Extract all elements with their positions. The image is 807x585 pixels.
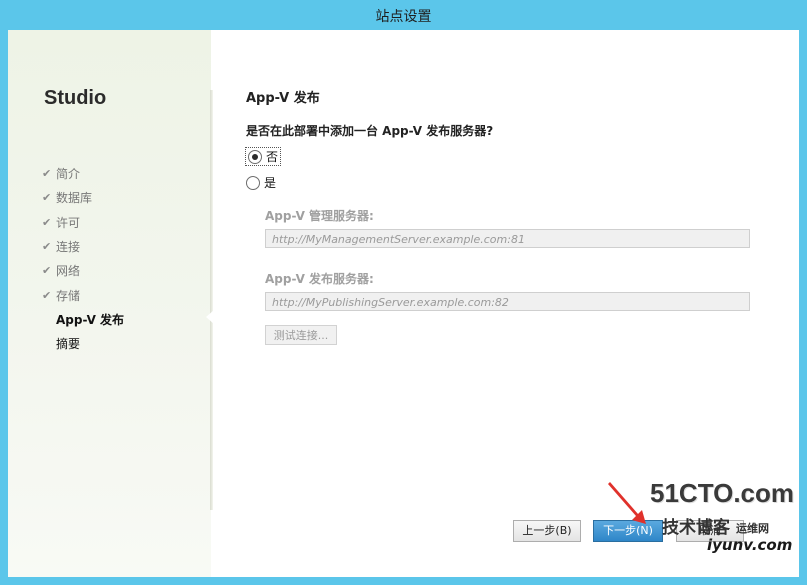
radio-selected-icon xyxy=(248,149,262,164)
step-item-storage: ✔ 存储 xyxy=(42,283,124,307)
focus-indicator: 否 xyxy=(245,147,282,166)
watermark-text-yunwei: 运维网 xyxy=(736,522,769,535)
check-icon: ✔ xyxy=(42,264,52,278)
check-icon: ✔ xyxy=(42,240,52,254)
sidebar-divider xyxy=(210,90,213,510)
active-step-pointer-icon xyxy=(206,310,214,324)
step-label: 许可 xyxy=(56,215,81,230)
step-list: ✔ 简介 ✔ 数据库 ✔ 许可 ✔ 连接 ✔ 网络 ✔ 存储 App-V 发布 摘要 xyxy=(42,162,124,356)
step-item-summary: 摘要 xyxy=(42,332,124,356)
management-server-label: App-V 管理服务器: xyxy=(265,209,374,223)
step-label: 数据库 xyxy=(56,191,93,206)
page-title: App-V 发布 xyxy=(246,91,320,106)
radio-label: 否 xyxy=(266,150,279,164)
step-item-appv: App-V 发布 xyxy=(42,308,124,332)
step-item-connection: ✔ 连接 xyxy=(42,235,124,259)
annotation-arrow-icon xyxy=(608,482,646,524)
publishing-server-input[interactable]: http://MyPublishingServer.example.com:82 xyxy=(265,292,750,311)
test-connection-button[interactable]: 测试连接... xyxy=(265,325,337,345)
step-item-license: ✔ 许可 xyxy=(42,211,124,235)
step-label: 摘要 xyxy=(56,337,81,352)
watermark-text-51cto: 51CTO.com xyxy=(650,478,795,508)
step-item-database: ✔ 数据库 xyxy=(42,186,124,210)
back-button[interactable]: 上一步(B) xyxy=(513,520,581,542)
step-label: 网络 xyxy=(56,264,81,279)
step-label: 存储 xyxy=(56,288,81,303)
step-item-network: ✔ 网络 xyxy=(42,259,124,283)
question-text: 是否在此部署中添加一台 App-V 发布服务器? xyxy=(246,124,494,138)
check-icon: ✔ xyxy=(42,167,52,181)
management-server-input[interactable]: http://MyManagementServer.example.com:81 xyxy=(265,229,750,248)
brand-title: Studio xyxy=(44,87,107,109)
step-label: 简介 xyxy=(56,167,81,182)
title-bar[interactable]: 站点设置 xyxy=(0,0,807,30)
watermark-text-iyunv: iyunv.com xyxy=(707,536,793,554)
radio-option-yes[interactable]: 是 xyxy=(246,174,276,191)
publishing-server-label: App-V 发布服务器: xyxy=(265,272,374,286)
step-item-intro: ✔ 简介 xyxy=(42,162,124,186)
window-title: 站点设置 xyxy=(375,9,432,25)
radio-label: 是 xyxy=(264,176,277,190)
radio-option-no[interactable]: 否 xyxy=(245,147,282,166)
watermark: 51CTO.com 技术博客 iyunv.com 运维网 xyxy=(650,478,800,573)
check-icon: ✔ xyxy=(42,191,52,205)
step-label: App-V 发布 xyxy=(56,312,125,327)
check-icon: ✔ xyxy=(42,288,52,302)
wizard-sidebar: Studio ✔ 简介 ✔ 数据库 ✔ 许可 ✔ 连接 ✔ 网络 ✔ 存储 App-V 发布… xyxy=(8,30,211,577)
step-label: 连接 xyxy=(56,240,81,255)
watermark-text-blog: 技术博客 xyxy=(662,518,730,538)
radio-unselected-icon xyxy=(246,175,260,190)
check-icon: ✔ xyxy=(42,215,52,229)
